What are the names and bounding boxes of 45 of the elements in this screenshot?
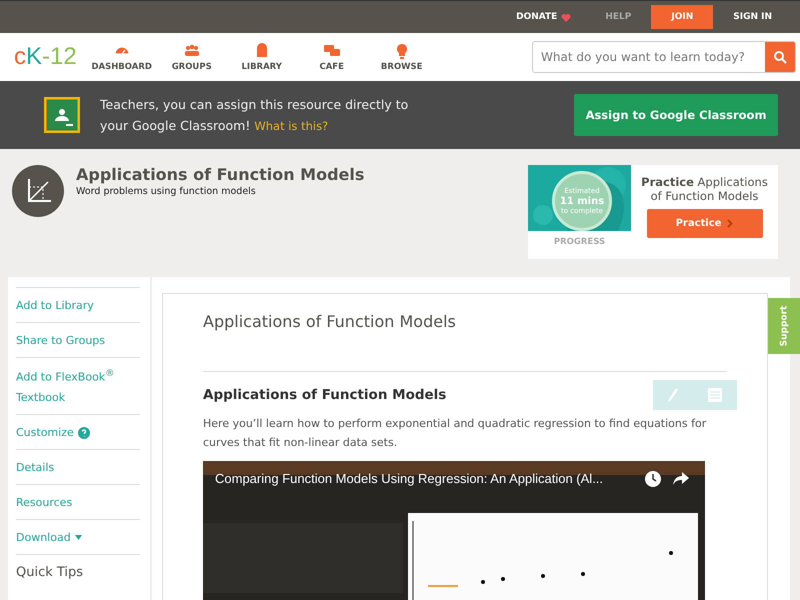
nav-item[interactable]: CAFE [296, 42, 367, 72]
video-player[interactable]: Comparing Function Models Using Regression: An Application (Al... [203, 461, 705, 600]
logo[interactable]: cK-12 [14, 43, 77, 71]
nav-item[interactable]: DASHBOARD [86, 42, 157, 72]
sidebar-link[interactable]: Download [16, 528, 82, 548]
join-button[interactable]: JOIN [651, 5, 714, 29]
people-icon [182, 42, 201, 58]
sidebar-link[interactable]: Resources [16, 492, 72, 513]
nav-item[interactable]: BROWSE [366, 42, 437, 72]
practice-heading: Practice Applications of Function Models [640, 175, 768, 203]
lesson-title: Applications of Function Models [203, 312, 727, 372]
section-title: Applications of Function Models [203, 387, 446, 403]
page-title: Applications of Function Models [76, 165, 364, 184]
chevron-icon [727, 219, 734, 228]
sidebar-link[interactable]: Share to Groups [16, 331, 105, 351]
top-link[interactable]: HELP [591, 5, 646, 29]
chat-icon [322, 42, 341, 58]
search-icon [773, 50, 787, 64]
assign-button[interactable]: Assign to Google Classroom [574, 94, 778, 136]
classroom-icon [44, 97, 80, 133]
practice-button[interactable]: Practice [646, 209, 762, 238]
help-icon [78, 426, 90, 439]
video-title: Comparing Function Models Using Regression: An Application (Al... [215, 471, 604, 486]
banner-text: Teachers, you can assign this resource directly to your Google Classroom! What is this? [100, 96, 410, 135]
caret-icon [74, 535, 82, 540]
support-tab[interactable]: Support [768, 298, 800, 354]
heart-icon [561, 12, 572, 22]
sidebar-link[interactable]: Customize [16, 422, 90, 443]
sidebar-link[interactable]: Details [16, 458, 54, 478]
share-icon[interactable] [673, 472, 689, 486]
nav-item[interactable]: LIBRARY [226, 42, 297, 72]
search-field[interactable]: What do you want to learn today? [532, 41, 796, 73]
graph-icon [12, 165, 64, 217]
sidebar-link[interactable]: Add to FlexBook$^{®}$ Textbook [16, 364, 140, 408]
nav-item[interactable]: GROUPS [156, 42, 227, 72]
lesson-intro: Here you’ll learn how to perform exponential and quadratic regression to find equations for curves that fit non-linear data sets. [203, 416, 708, 451]
top-link[interactable]: DONATE [502, 5, 586, 29]
progress-label: PROGRESS [552, 237, 606, 247]
what-is-this-link[interactable]: What is this? [254, 118, 328, 132]
sidebar-link[interactable]: Add to Library [16, 296, 94, 316]
top-link[interactable]: SIGN IN [719, 5, 786, 29]
search-button[interactable] [765, 42, 795, 72]
quick-tips-heading: Quick Tips [16, 564, 84, 580]
clock-icon[interactable] [645, 471, 661, 487]
page-subtitle: Word problems using function models [76, 186, 257, 197]
